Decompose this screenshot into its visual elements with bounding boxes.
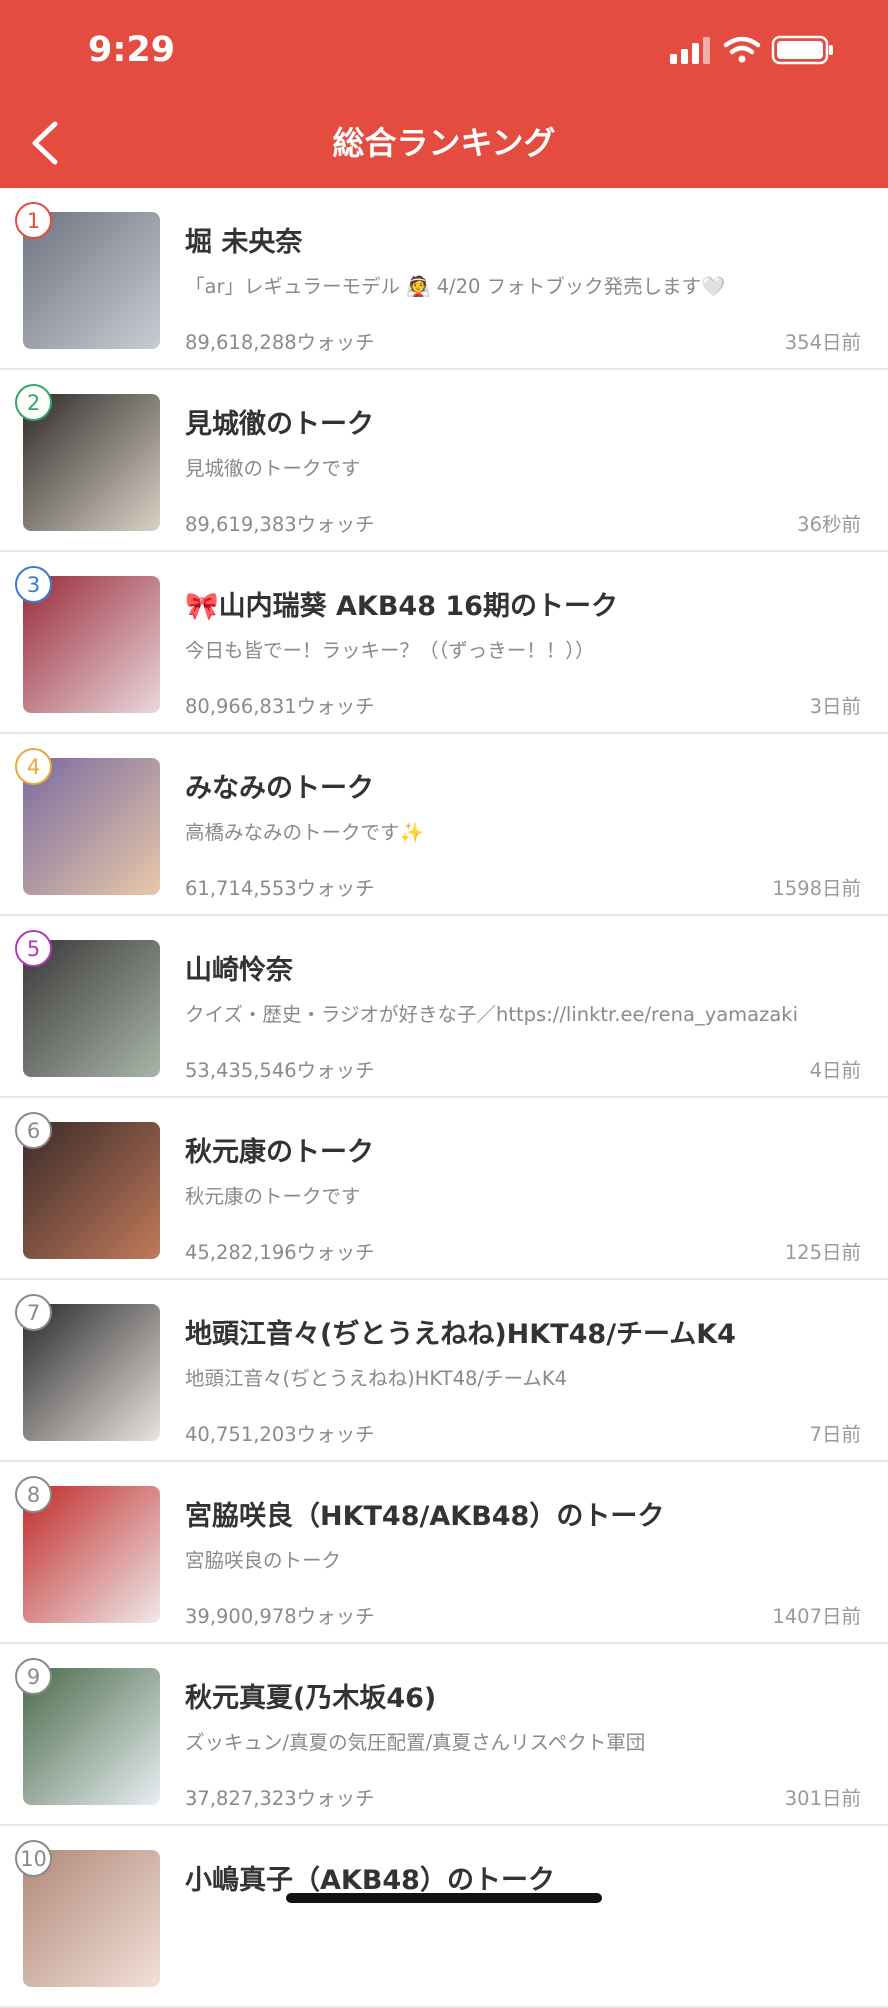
app-header: 9:29 総合ランキング [0,0,888,188]
watch-count: 37,827,323ウォッチ [185,1787,375,1810]
last-updated: 3日前 [809,695,861,718]
talk-title: 小嶋真子（AKB48）のトーク [185,1865,555,1896]
talk-description: クイズ・歴史・ラジオが好きな子／https://linktr.ee/rena_y… [185,1003,799,1026]
ranking-row[interactable]: 5 山崎怜奈クイズ・歴史・ラジオが好きな子／https://linktr.ee/r… [0,916,888,1098]
ranking-row[interactable]: 4 みなみのトーク高橋みなみのトークです✨ 61,714,553ウォッチ 1598日前 [0,734,888,916]
watch-count: 39,900,978ウォッチ [185,1605,375,1628]
rank-badge: 6 [15,1112,52,1149]
rank-badge: 8 [15,1476,52,1513]
last-updated: 1407日前 [772,1605,861,1628]
talk-description: 秋元康のトークです [185,1185,361,1208]
talk-description: 見城徹のトークです [185,457,361,480]
ranking-row[interactable]: 9 秋元真夏(乃木坂46) ズッキュン/真夏の気圧配置/真夏さんリスペクト軍団 37,… [0,1644,888,1826]
page-title: 総合ランキング [332,124,556,162]
ranking-row[interactable]: 2 見城徹のトーク見城徹のトークです 89,619,383ウォッチ 36秒前 [0,370,888,552]
status-time: 9:29 [88,30,176,70]
ranking-row[interactable]: 6 秋元康のトーク秋元康のトークです 45,282,196ウォッチ 125日前 [0,1098,888,1280]
rank-badge: 4 [15,748,52,785]
status-icons [670,34,836,68]
talk-title: 地頭江音々(ぢとうえねね)HKT48/チームK4 [185,1319,736,1350]
talk-description: 地頭江音々(ぢとうえねね)HKT48/チームK4 [185,1367,568,1390]
signal-icon [670,37,710,64]
last-updated: 36秒前 [797,513,861,536]
watch-count: 89,618,288ウォッチ [185,331,375,354]
battery-icon [771,35,833,65]
talk-description: 今日も皆でー！ラッキー？（（ずっきー！！）） [185,639,595,662]
last-updated: 1598日前 [772,877,861,900]
talk-description: ズッキュン/真夏の気圧配置/真夏さんリスペクト軍団 [185,1731,646,1754]
last-updated: 7日前 [809,1423,861,1446]
ranking-row[interactable]: 7 地頭江音々(ぢとうえねね)HKT48/チームK4 地頭江音々(ぢとうえねね)HK… [0,1280,888,1462]
watch-count: 53,435,546ウォッチ [185,1059,375,1082]
last-updated: 125日前 [784,1241,861,1264]
talk-description: 「ar」レギュラーモデル 👰 4/20 フォトブック発売します🤍 [185,275,726,298]
watch-count: 40,751,203ウォッチ [185,1423,375,1446]
last-updated: 301日前 [784,1787,861,1810]
talk-title: 堀 未央奈 [185,227,303,258]
talk-title: 宮脇咲良（HKT48/AKB48）のトーク [185,1501,665,1532]
talk-title: 山崎怜奈 [185,955,293,986]
ranking-row[interactable]: 10 小嶋真子（AKB48）のトーク [0,1826,888,2008]
watch-count: 61,714,553ウォッチ [185,877,375,900]
talk-title: 秋元真夏(乃木坂46) [185,1683,437,1714]
talk-title: 見城徹のトーク [185,409,374,440]
ranking-row[interactable]: 8 宮脇咲良（HKT48/AKB48）のトーク宮脇咲良のトーク 39,900,978… [0,1462,888,1644]
rank-badge: 7 [15,1294,52,1331]
watch-count: 80,966,831ウォッチ [185,695,375,718]
rank-badge: 9 [15,1658,52,1695]
talk-title: 🎀山内瑞葵 AKB48 16期のトーク [185,591,618,622]
last-updated: 354日前 [784,331,861,354]
talk-title: 秋元康のトーク [185,1137,374,1168]
last-updated: 4日前 [809,1059,861,1082]
talk-description: 宮脇咲良のトーク [185,1549,342,1572]
rank-badge: 2 [15,384,52,421]
ranking-list: 1堀 未央奈 「ar」レギュラーモデル 👰 4/20 フォトブック発売します🤍 89… [0,188,888,2008]
home-indicator [286,1893,602,1903]
ranking-row[interactable]: 3 🎀山内瑞葵 AKB48 16期のトーク今日も皆でー！ラッキー？（（ずっきー！！… [0,552,888,734]
rank-badge: 3 [15,566,52,603]
rank-badge: 1 [15,202,52,239]
watch-count: 89,619,383ウォッチ [185,513,375,536]
wifi-icon [723,36,761,63]
rank-badge: 5 [15,930,52,967]
rank-badge: 10 [15,1840,52,1877]
ranking-row[interactable]: 1 堀 未央奈「ar」レギュラーモデル 👰 4/20 フォトブック発売します🤍 89… [0,188,888,370]
watch-count: 45,282,196ウォッチ [185,1241,375,1264]
talk-title: みなみのトーク [185,773,374,804]
talk-description: 高橋みなみのトークです✨ [185,821,424,844]
